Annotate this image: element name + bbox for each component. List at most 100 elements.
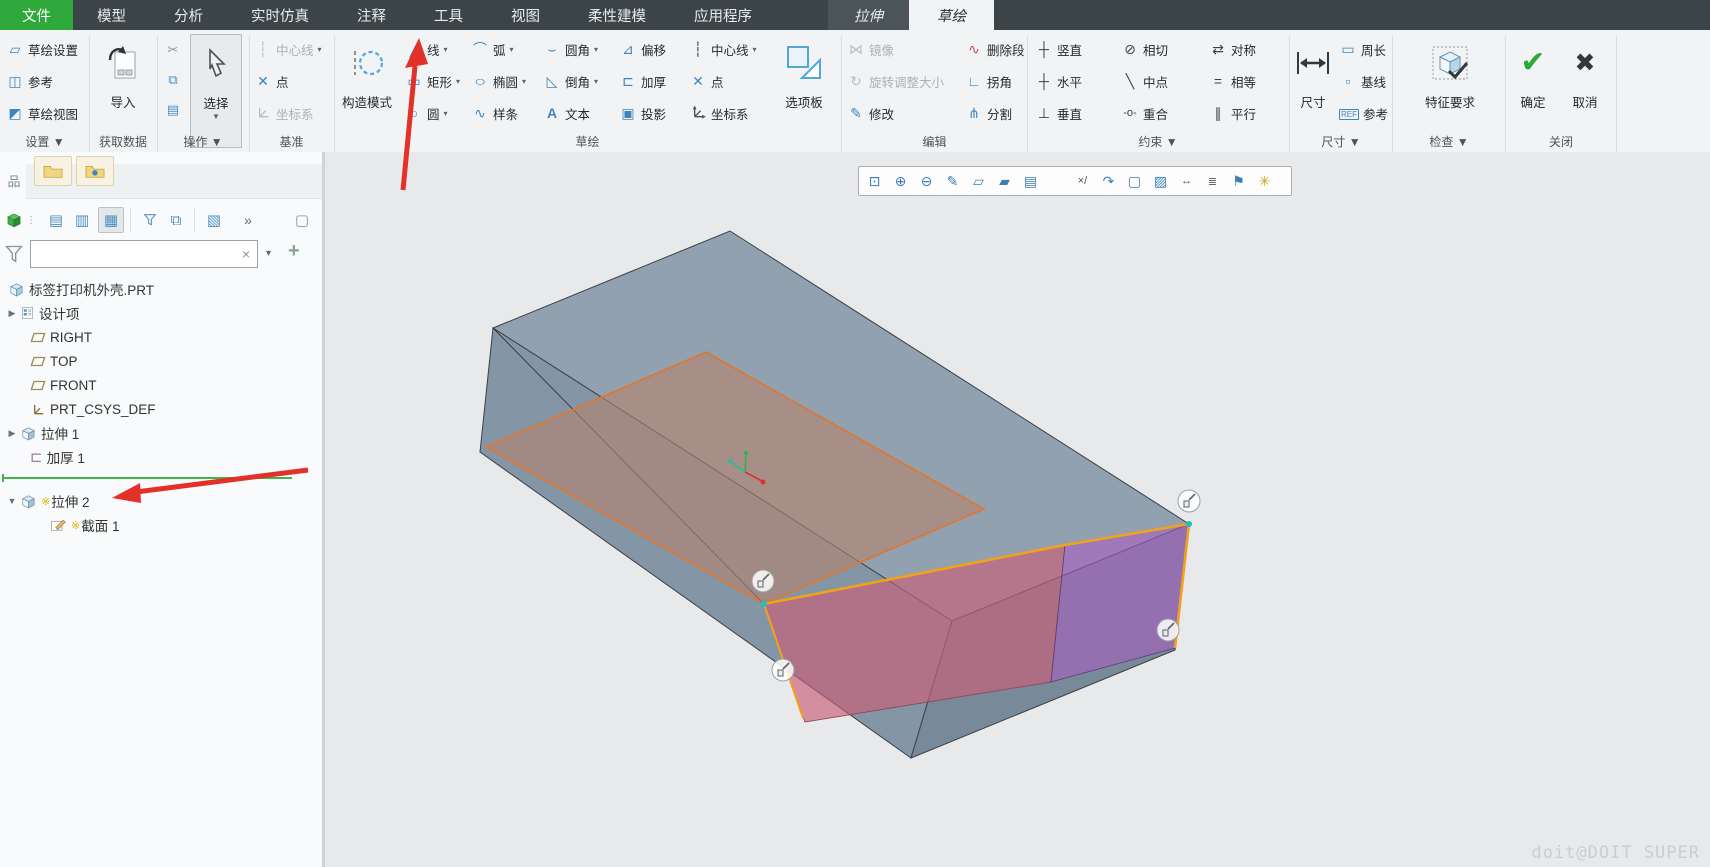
corner-button[interactable]: ∟ 拐角	[963, 68, 1014, 94]
tree-row-extrude-1[interactable]: ▶ 拉伸 1	[6, 422, 79, 444]
line-button[interactable]: ╱ 线 ▾	[403, 36, 450, 62]
favorites-tab[interactable]	[76, 156, 114, 186]
tree-row-thicken-1[interactable]: ⊏ 加厚 1	[28, 446, 85, 468]
tree-row-section-1[interactable]: ※ 截面 1	[48, 514, 119, 536]
selection-filter-icon[interactable]: ✳	[1253, 170, 1276, 192]
point-button[interactable]: ✕ 点	[687, 68, 726, 94]
group-label-dimension[interactable]: 尺寸 ▼	[1291, 133, 1391, 150]
tree-structure-icon[interactable]: 品	[2, 168, 26, 192]
group-label-operations[interactable]: 操作 ▼	[158, 133, 248, 150]
tab-tools[interactable]: 工具	[410, 0, 487, 30]
fillet-button[interactable]: ⌣ 圆角 ▾	[541, 36, 600, 62]
tree-filter-icon[interactable]	[138, 208, 162, 232]
preview-front-face[interactable]	[764, 545, 1065, 722]
rectangle-button[interactable]: ▭ 矩形 ▾	[403, 68, 462, 94]
tree-row-extrude-2[interactable]: ▼ ※ 拉伸 2	[6, 490, 89, 512]
group-label-editing[interactable]: 编辑	[843, 133, 1026, 150]
offset-button[interactable]: ⊿ 偏移	[617, 36, 668, 62]
drag-handle[interactable]	[1178, 490, 1200, 512]
drag-handle[interactable]	[1157, 619, 1179, 641]
expand-arrow-icon[interactable]: ▶	[6, 308, 18, 319]
filter-clear-icon[interactable]: ×	[242, 246, 250, 262]
dimension-button[interactable]: 尺寸	[1291, 34, 1335, 146]
model-left-wall[interactable]	[480, 328, 952, 758]
datum-display-icon[interactable]: ×/	[1071, 170, 1094, 192]
tree-list-icon[interactable]: ▤	[44, 208, 68, 232]
tab-applications[interactable]: 应用程序	[670, 0, 776, 30]
group-label-constrain[interactable]: 约束 ▼	[1029, 133, 1287, 150]
annotation-display-icon[interactable]: ↷	[1097, 170, 1120, 192]
insert-indicator[interactable]	[2, 477, 292, 479]
chamfer-button[interactable]: ◺ 倒角 ▾	[541, 68, 600, 94]
group-label-inspect[interactable]: 检查 ▼	[1394, 133, 1504, 150]
tab-sketch-active[interactable]: 草绘	[909, 0, 994, 30]
saved-orientations-icon[interactable]	[1045, 170, 1068, 192]
model-3d-view[interactable]	[325, 152, 1710, 867]
references-button[interactable]: ◫ 参考	[4, 68, 55, 94]
sketch-setup-button[interactable]: ▱ 草绘设置	[4, 36, 80, 62]
collapse-arrow-icon[interactable]: ▼	[6, 496, 18, 506]
drag-handle[interactable]	[772, 659, 794, 681]
centerline-button[interactable]: ┆ 中心线 ▾	[687, 36, 759, 62]
view-manager-icon[interactable]: ⚑	[1227, 170, 1250, 192]
drag-handle[interactable]	[752, 570, 774, 592]
symmetric-constraint-button[interactable]: ⇄ 对称	[1207, 36, 1258, 62]
tree-settings-icon[interactable]: ▧	[202, 208, 226, 232]
tree-more-chevron[interactable]: »	[236, 208, 260, 232]
preview-right-face[interactable]	[1051, 524, 1189, 682]
group-label-sketching[interactable]: 草绘	[335, 133, 840, 150]
tree-column-doc-icon[interactable]: ⧉	[164, 208, 188, 232]
ok-button[interactable]: ✔ 确定	[1509, 34, 1557, 146]
tab-flexible-modeling[interactable]: 柔性建模	[564, 0, 670, 30]
ellipse-button[interactable]: ○ 椭圆 ▾	[469, 68, 528, 94]
parallel-constraint-button[interactable]: ∥ 平行	[1207, 100, 1258, 126]
spline-button[interactable]: ∿ 样条	[469, 100, 520, 126]
model-right-wall[interactable]	[911, 524, 1189, 758]
text-button[interactable]: A 文本	[541, 100, 592, 126]
measure-icon[interactable]: ↔	[1175, 170, 1198, 192]
tree-row-right-plane[interactable]: RIGHT	[28, 326, 92, 348]
arc-button[interactable]: ⌒ 弧 ▾	[469, 36, 516, 62]
group-label-settings[interactable]: 设置 ▼	[2, 133, 88, 150]
thicken-button[interactable]: ⊏ 加厚	[617, 68, 668, 94]
group-label-close[interactable]: 关闭	[1507, 133, 1615, 150]
point-datum-button[interactable]: ✕ 点	[252, 68, 291, 94]
tree-row-csys[interactable]: PRT_CSYS_DEF	[28, 398, 156, 420]
paste-button[interactable]: ▤	[162, 98, 184, 122]
view-normal-icon[interactable]: ≣	[1201, 170, 1224, 192]
tab-live-simulation[interactable]: 实时仿真	[227, 0, 333, 30]
sketch-plane-face[interactable]	[486, 352, 984, 604]
circle-button[interactable]: ○ 圆 ▾	[403, 100, 450, 126]
cancel-button[interactable]: ✖ 取消	[1561, 34, 1609, 146]
construction-mode-button[interactable]: 构造模式	[337, 34, 397, 146]
model-top-face[interactable]	[493, 231, 1189, 621]
horizontal-constraint-button[interactable]: ┼ 水平	[1033, 68, 1084, 94]
perimeter-dimension-button[interactable]: ▭ 周长	[1337, 36, 1388, 62]
zoom-out-icon[interactable]: ⊖	[915, 170, 938, 192]
tree-row-front-plane[interactable]: FRONT	[28, 374, 97, 396]
folder-browser-tab[interactable]	[34, 156, 72, 186]
import-button[interactable]: 导入	[95, 34, 151, 146]
copy-button[interactable]: ⧉	[162, 68, 184, 92]
repaint-icon[interactable]: ✎	[941, 170, 964, 192]
tree-filter-input[interactable]	[30, 240, 258, 268]
tree-doc-icon[interactable]: ▢	[290, 208, 314, 232]
coincident-constraint-button[interactable]: -o- 重合	[1119, 100, 1170, 126]
sketch-view-button[interactable]: ◩ 草绘视图	[4, 100, 80, 126]
tree-row-top-plane[interactable]: TOP	[28, 350, 78, 372]
tab-analysis[interactable]: 分析	[150, 0, 227, 30]
perpendicular-constraint-button[interactable]: ⊥ 垂直	[1033, 100, 1084, 126]
tree-detail-icon[interactable]: ▥	[70, 208, 94, 232]
delete-segment-button[interactable]: ∿ 删除段	[963, 36, 1027, 62]
filter-add-icon[interactable]: +	[288, 240, 300, 263]
wireframe-display-icon[interactable]: ▨	[1149, 170, 1172, 192]
cut-button[interactable]: ✂	[162, 38, 184, 62]
tree-columns-toggle[interactable]: ▦	[98, 207, 124, 233]
spin-center-icon[interactable]: ▢	[1123, 170, 1146, 192]
tab-file[interactable]: 文件	[0, 0, 73, 30]
filter-dropdown-icon[interactable]: ▾	[266, 248, 271, 259]
equal-constraint-button[interactable]: = 相等	[1207, 68, 1258, 94]
vertical-constraint-button[interactable]: ┼ 竖直	[1033, 36, 1084, 62]
midpoint-constraint-button[interactable]: ╲ 中点	[1119, 68, 1170, 94]
shading-icon[interactable]: ▰	[993, 170, 1016, 192]
